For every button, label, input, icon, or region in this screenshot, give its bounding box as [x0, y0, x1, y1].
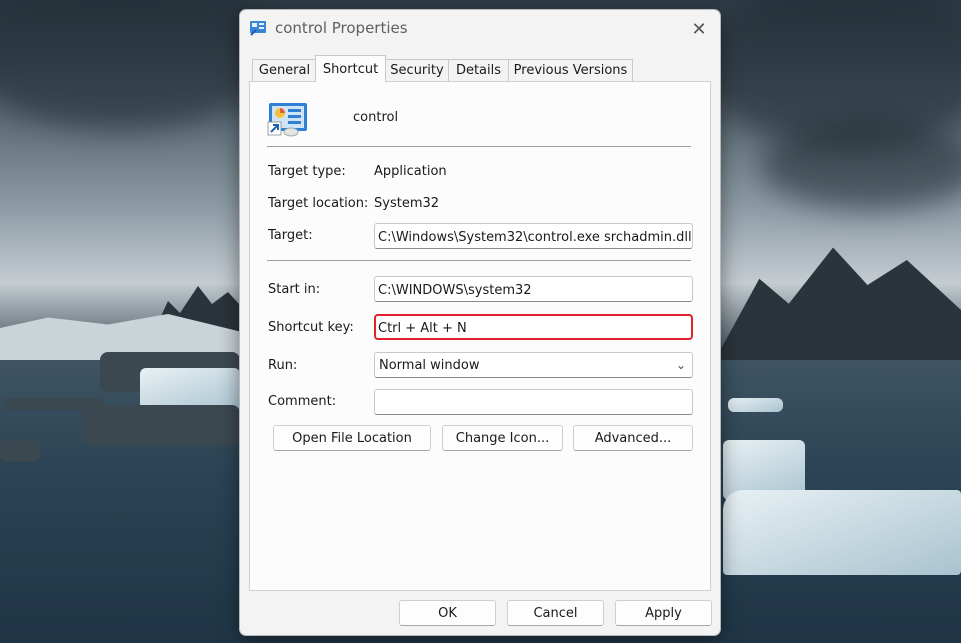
- ice-floe: [723, 490, 961, 575]
- tab-security[interactable]: Security: [385, 59, 449, 81]
- ice-floe: [82, 405, 240, 445]
- shortcut-key-input[interactable]: [374, 314, 693, 340]
- target-label: Target:: [268, 228, 313, 243]
- ok-button[interactable]: OK: [399, 600, 496, 626]
- target-type-value: Application: [374, 164, 447, 179]
- shortcut-key-label: Shortcut key:: [268, 320, 354, 335]
- control-panel-icon: [250, 21, 266, 36]
- start-in-input[interactable]: [374, 276, 693, 302]
- target-location-value: System32: [374, 196, 440, 211]
- cancel-button[interactable]: Cancel: [507, 600, 604, 626]
- divider: [267, 146, 691, 147]
- ice-floe: [0, 440, 40, 462]
- properties-dialog: control Properties ✕ General Shortcut Se…: [239, 9, 721, 636]
- tab-shortcut[interactable]: Shortcut: [315, 55, 386, 82]
- cloud: [760, 120, 961, 210]
- comment-label: Comment:: [268, 394, 337, 409]
- shortcut-name: control: [353, 110, 399, 125]
- tab-general[interactable]: General: [252, 59, 317, 81]
- close-button[interactable]: ✕: [684, 14, 714, 44]
- target-type-label: Target type:: [268, 164, 346, 179]
- run-select[interactable]: Normal window ⌄: [374, 352, 693, 378]
- change-icon-button[interactable]: Change Icon...: [442, 425, 563, 451]
- shortcut-panel: control Target type: Application Target …: [249, 81, 711, 591]
- ice-floe: [4, 398, 104, 410]
- run-label: Run:: [268, 358, 298, 373]
- open-file-location-button[interactable]: Open File Location: [273, 425, 431, 451]
- start-in-label: Start in:: [268, 282, 321, 297]
- window-title: control Properties: [275, 19, 408, 37]
- mountain: [715, 247, 961, 360]
- title-bar[interactable]: control Properties ✕: [240, 10, 720, 48]
- apply-button[interactable]: Apply: [615, 600, 712, 626]
- run-selected-value: Normal window: [379, 357, 480, 373]
- target-input[interactable]: [374, 223, 693, 249]
- cloud: [0, 0, 280, 130]
- tab-details[interactable]: Details: [448, 59, 509, 81]
- comment-input[interactable]: [374, 389, 693, 415]
- target-location-label: Target location:: [268, 196, 369, 211]
- ice-floe: [728, 398, 783, 412]
- divider: [267, 260, 691, 261]
- chevron-down-icon: ⌄: [675, 358, 686, 372]
- control-panel-icon: [267, 103, 307, 137]
- tab-previous-versions[interactable]: Previous Versions: [508, 59, 633, 81]
- advanced-button[interactable]: Advanced...: [573, 425, 693, 451]
- close-icon: ✕: [691, 18, 707, 40]
